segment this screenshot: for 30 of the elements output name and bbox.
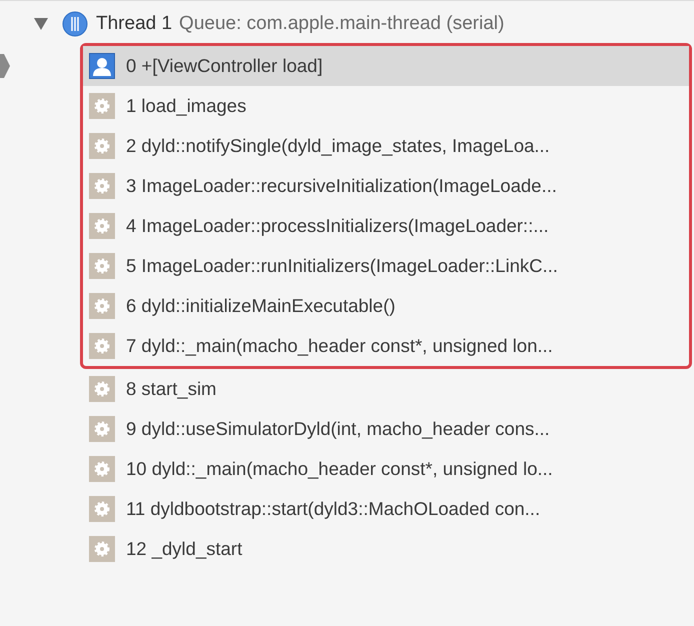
thread-icon	[62, 11, 88, 37]
frame-label: 7 dyld::_main(macho_header const*, unsigned lon...	[126, 335, 553, 357]
frame-label: 11 dyldbootstrap::start(dyld3::MachOLoaded con...	[126, 498, 540, 520]
frame-label: 2 dyld::notifySingle(dyld_image_states, ImageLoa...	[126, 135, 550, 157]
frame-label: 8 start_sim	[126, 378, 216, 400]
stack-frame-row[interactable]: 8 start_sim	[83, 369, 692, 409]
stack-frame-row[interactable]: 2 dyld::notifySingle(dyld_image_states, ImageLoa...	[83, 126, 689, 166]
current-frame-pointer-icon	[0, 54, 10, 78]
stack-frame-row[interactable]: 11 dyldbootstrap::start(dyld3::MachOLoaded con...	[83, 489, 692, 529]
stack-frame-row[interactable]: 5 ImageLoader::runInitializers(ImageLoader::LinkC...	[83, 246, 689, 286]
frame-label: 12 _dyld_start	[126, 538, 242, 560]
frame-label: 0 +[ViewController load]	[126, 55, 323, 77]
queue-label: Queue: com.apple.main-thread (serial)	[179, 13, 504, 35]
stack-frame-row[interactable]: 10 dyld::_main(macho_header const*, unsigned lo...	[83, 449, 692, 489]
stack-frame-row[interactable]: 3 ImageLoader::recursiveInitialization(ImageLoade...	[83, 166, 689, 206]
stack-frame-row[interactable]: 1 load_images	[83, 86, 689, 126]
stack-frame-row[interactable]: 4 ImageLoader::processInitializers(ImageLoader::...	[83, 206, 689, 246]
stack-frame-row[interactable]: 6 dyld::initializeMainExecutable()	[83, 286, 689, 326]
frame-label: 9 dyld::useSimulatorDyld(int, macho_header cons...	[126, 418, 550, 440]
frame-label: 5 ImageLoader::runInitializers(ImageLoader::LinkC...	[126, 255, 558, 277]
frame-label: 4 ImageLoader::processInitializers(ImageLoader::...	[126, 215, 549, 237]
frame-label: 3 ImageLoader::recursiveInitialization(ImageLoade...	[126, 175, 557, 197]
frame-label: 10 dyld::_main(macho_header const*, unsigned lo...	[126, 458, 553, 480]
stack-frame-row[interactable]: 12 _dyld_start	[83, 529, 692, 569]
disclosure-triangle-icon[interactable]	[34, 18, 48, 30]
thread-name: Thread 1	[96, 13, 172, 35]
frame-label: 1 load_images	[126, 95, 246, 117]
stack-frame-row[interactable]: 9 dyld::useSimulatorDyld(int, macho_header cons...	[83, 409, 692, 449]
frame-label: 6 dyld::initializeMainExecutable()	[126, 295, 396, 317]
stack-frame-row[interactable]: 7 dyld::_main(macho_header const*, unsigned lon...	[83, 326, 689, 366]
